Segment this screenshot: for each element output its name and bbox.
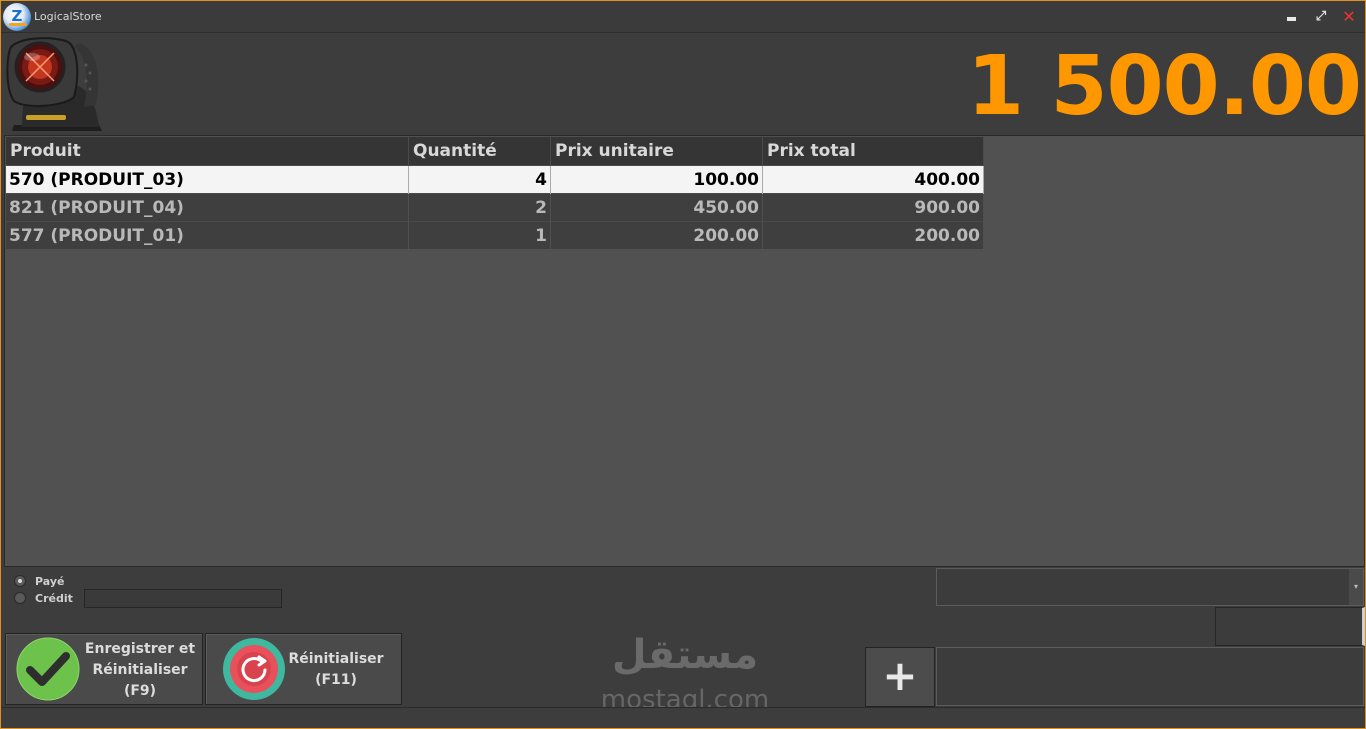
reset-button-label: Réinitialiser (F11) <box>286 649 386 691</box>
cell-quantite[interactable]: 1 <box>408 221 551 249</box>
cell-produit[interactable]: 577 (PRODUIT_01) <box>6 221 409 249</box>
column-header-produit[interactable]: Produit <box>6 137 409 166</box>
add-button[interactable]: + <box>865 647 935 707</box>
cell-prix-unitaire[interactable]: 450.00 <box>550 193 763 222</box>
cell-prix-total[interactable]: 900.00 <box>762 193 984 222</box>
radio-credit[interactable]: Crédit <box>14 591 73 605</box>
window-title: LogicalStore <box>34 10 102 23</box>
products-grid-area: Produit Quantité Prix unitaire Prix tota… <box>4 135 1365 567</box>
barcode-input[interactable] <box>936 647 1364 706</box>
cell-produit[interactable]: 570 (PRODUIT_03) <box>6 165 409 194</box>
logo-letter: Z <box>11 7 23 25</box>
save-button-label: Enregistrer et Réinitialiser (F9) <box>82 639 198 702</box>
app-window: Z LogicalStore ⤢ ✕ 1 500.00 Produit Quan… <box>0 0 1366 729</box>
cell-quantite[interactable]: 2 <box>408 193 551 222</box>
cell-quantite[interactable]: 4 <box>408 165 551 194</box>
reset-label-line1: Réinitialiser <box>288 651 384 667</box>
column-header-quantite[interactable]: Quantité <box>408 137 551 166</box>
reset-label-shortcut: (F11) <box>315 672 357 688</box>
reset-button[interactable]: Réinitialiser (F11) <box>205 633 402 705</box>
table-header-row: Produit Quantité Prix unitaire Prix tota… <box>6 137 984 166</box>
products-table: Produit Quantité Prix unitaire Prix tota… <box>6 137 984 249</box>
radio-paye-label: Payé <box>35 574 65 588</box>
radio-credit-dot[interactable] <box>14 592 26 604</box>
table-row[interactable]: 821 (PRODUIT_04) 2 450.00 900.00 <box>6 193 984 222</box>
save-label-line1: Enregistrer et <box>84 641 196 657</box>
client-select[interactable]: ▾ <box>936 568 1364 606</box>
cell-produit[interactable]: 821 (PRODUIT_04) <box>6 193 409 222</box>
logo-stripe <box>9 23 27 26</box>
maximize-button[interactable]: ⤢ <box>1312 8 1330 26</box>
barcode-scanner-icon <box>6 37 102 131</box>
check-icon <box>16 637 80 701</box>
chevron-down-icon[interactable]: ▾ <box>1349 569 1363 605</box>
column-header-prix-total[interactable]: Prix total <box>762 137 984 166</box>
radio-paye-dot[interactable] <box>14 575 26 587</box>
minimize-button[interactable] <box>1283 8 1301 26</box>
status-bar <box>1 707 1365 728</box>
title-bar: Z LogicalStore ⤢ ✕ <box>1 1 1365 33</box>
save-label-line2: Réinitialiser <box>92 662 188 678</box>
watermark-arabic: مستقل <box>611 632 759 678</box>
header-area: 1 500.00 <box>1 33 1365 133</box>
cell-prix-total[interactable]: 200.00 <box>762 221 984 249</box>
radio-credit-label: Crédit <box>35 591 73 605</box>
close-button[interactable]: ✕ <box>1340 8 1358 26</box>
reset-icon <box>223 638 285 700</box>
payment-area: Payé Crédit ▾ <box>1 567 1365 646</box>
total-amount-display: 1 500.00 <box>966 39 1362 134</box>
radio-paye[interactable]: Payé <box>14 574 64 588</box>
table-row[interactable]: 577 (PRODUIT_01) 1 200.00 200.00 <box>6 221 984 249</box>
column-header-prix-unitaire[interactable]: Prix unitaire <box>550 137 763 166</box>
save-and-reset-button[interactable]: Enregistrer et Réinitialiser (F9) <box>5 633 203 705</box>
credit-amount-input[interactable] <box>84 589 282 608</box>
app-logo-icon: Z <box>3 3 31 31</box>
amount-input[interactable] <box>1215 607 1365 646</box>
cell-prix-total[interactable]: 400.00 <box>762 165 984 194</box>
cell-prix-unitaire[interactable]: 100.00 <box>550 165 763 194</box>
save-label-shortcut: (F9) <box>123 683 157 699</box>
cell-prix-unitaire[interactable]: 200.00 <box>550 221 763 249</box>
table-row[interactable]: 570 (PRODUIT_03) 4 100.00 400.00 <box>6 165 984 194</box>
